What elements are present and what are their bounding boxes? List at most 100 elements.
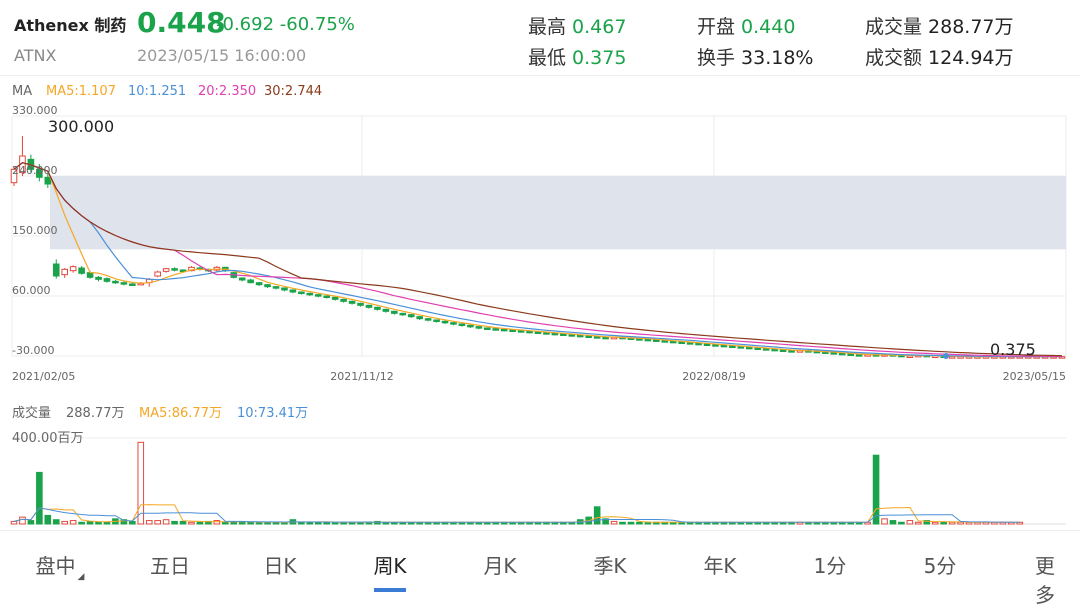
tabs-divider bbox=[0, 530, 1080, 531]
ma20-legend: 20:2.350 bbox=[198, 84, 257, 99]
volume-bar bbox=[78, 521, 85, 525]
candle-body bbox=[450, 322, 457, 325]
tab-1[interactable]: 五日 bbox=[150, 550, 190, 579]
volume-bar bbox=[957, 521, 964, 525]
volume-bar bbox=[86, 520, 94, 525]
volume-bar bbox=[188, 521, 195, 525]
candle-body bbox=[779, 349, 787, 352]
volume-bar bbox=[61, 520, 69, 525]
low-annotation: 0.375 bbox=[990, 340, 1036, 359]
volume-bar bbox=[221, 521, 229, 525]
candle-body bbox=[298, 291, 305, 294]
volume-bar bbox=[103, 521, 111, 525]
candle-body bbox=[399, 312, 407, 316]
tab-4[interactable]: 月K bbox=[483, 550, 516, 579]
volume-bar bbox=[154, 520, 161, 525]
high-annotation: 300.000 bbox=[48, 117, 114, 136]
candle-body bbox=[78, 267, 85, 274]
tab-6[interactable]: 年K bbox=[703, 550, 736, 579]
stock-code: ATNX bbox=[14, 46, 57, 65]
event-dot[interactable] bbox=[943, 353, 949, 359]
tab-0[interactable]: 盘中 ◢ bbox=[36, 550, 85, 582]
tab-7[interactable]: 1分 bbox=[814, 550, 847, 579]
volume-bar bbox=[898, 521, 905, 525]
candle-body bbox=[526, 330, 533, 334]
volume-bar bbox=[636, 521, 643, 525]
tab-2[interactable]: 日K bbox=[263, 550, 296, 579]
y-tick-label: 240.000 bbox=[12, 164, 58, 177]
candle-body bbox=[255, 282, 263, 286]
candle-body bbox=[678, 341, 685, 344]
volume-ma10-legend: 10:73.41万 bbox=[237, 406, 309, 421]
ma-legend-title: MA bbox=[12, 84, 33, 99]
volume-bar bbox=[889, 520, 897, 525]
tab-3[interactable]: 周K bbox=[373, 550, 406, 579]
candle-body bbox=[695, 342, 702, 346]
y-tick-label: 150.000 bbox=[12, 224, 58, 237]
volume-bar bbox=[906, 520, 914, 525]
candle-body bbox=[129, 283, 136, 286]
volume-bar bbox=[298, 521, 305, 525]
x-axis-label: 2022/08/19 bbox=[682, 370, 745, 383]
candle-body bbox=[264, 284, 271, 288]
volume-bar bbox=[314, 521, 322, 525]
volume-bar bbox=[19, 516, 26, 525]
tab-5[interactable]: 季K bbox=[593, 550, 626, 579]
last-price: 0.448 bbox=[137, 6, 226, 39]
ma30-legend: 30:2.744 bbox=[264, 84, 323, 99]
stat-turnover-rate: 换手 33.18% bbox=[697, 47, 814, 69]
volume-bar bbox=[10, 520, 18, 525]
x-axis-label: 2021/11/12 bbox=[330, 370, 393, 383]
candle-body bbox=[669, 340, 677, 344]
stat-high: 最高 0.467 bbox=[528, 16, 627, 38]
y-axis-ticks: 330.000 240.000 150.000 60.000 -30.000 bbox=[12, 106, 58, 357]
volume-bar bbox=[36, 471, 43, 525]
candle-body bbox=[61, 268, 69, 276]
volume-bar bbox=[145, 520, 153, 525]
candle-body bbox=[483, 327, 491, 330]
change-percent: -60.75% bbox=[279, 14, 355, 35]
volume-y-label: 400.00百万 bbox=[12, 431, 84, 446]
x-axis-label: 2021/02/05 bbox=[12, 370, 75, 383]
volume-bar bbox=[931, 521, 939, 525]
candle-body bbox=[424, 318, 432, 321]
candle-body bbox=[154, 271, 161, 277]
candle-body bbox=[585, 335, 593, 338]
candle-body bbox=[492, 328, 500, 331]
candle-body bbox=[517, 330, 525, 333]
price-chart[interactable]: 330.000 240.000 150.000 60.000 -30.000 2021/… bbox=[0, 106, 1080, 386]
tab-8[interactable]: 5分 bbox=[924, 550, 957, 579]
volume-bar bbox=[162, 519, 170, 525]
candle-body bbox=[391, 310, 398, 314]
candle-body bbox=[568, 334, 576, 337]
stat-volume: 成交量 288.77万 bbox=[865, 16, 1014, 38]
volume-bar bbox=[619, 521, 626, 525]
candle-body bbox=[712, 344, 719, 347]
volume-bar bbox=[627, 521, 635, 525]
y-tick-label: 60.000 bbox=[12, 284, 51, 297]
range-band bbox=[50, 176, 1066, 250]
volume-bar bbox=[69, 520, 77, 525]
volume-bar bbox=[610, 520, 618, 525]
volume-bar bbox=[196, 521, 204, 525]
period-tabs: 盘中 ◢ 五日 日K 周K 月K 季K 年K 1分 5分 更多 bbox=[0, 538, 1080, 607]
quote-time: 2023/05/15 16:00:00 bbox=[137, 46, 307, 65]
volume-bar bbox=[137, 441, 145, 525]
volume-chart[interactable]: 400.00百万 bbox=[0, 424, 1080, 528]
x-axis-label: 2023/05/15 bbox=[1003, 370, 1066, 383]
candle-body bbox=[340, 298, 347, 302]
candle-body bbox=[534, 331, 542, 334]
tab-9[interactable]: 更多 bbox=[1035, 550, 1065, 608]
ma10-legend: 10:1.251 bbox=[128, 84, 187, 99]
candle-body bbox=[847, 353, 855, 356]
volume-bar bbox=[95, 521, 102, 525]
candle-body bbox=[348, 300, 356, 304]
candle-body bbox=[365, 304, 373, 308]
candle-body bbox=[433, 319, 440, 322]
candle-body bbox=[416, 316, 423, 320]
candle-body bbox=[644, 338, 652, 342]
volume-bar bbox=[940, 521, 947, 525]
candle-body bbox=[771, 348, 778, 352]
candle-body bbox=[272, 286, 280, 289]
volume-bars bbox=[10, 441, 1024, 525]
